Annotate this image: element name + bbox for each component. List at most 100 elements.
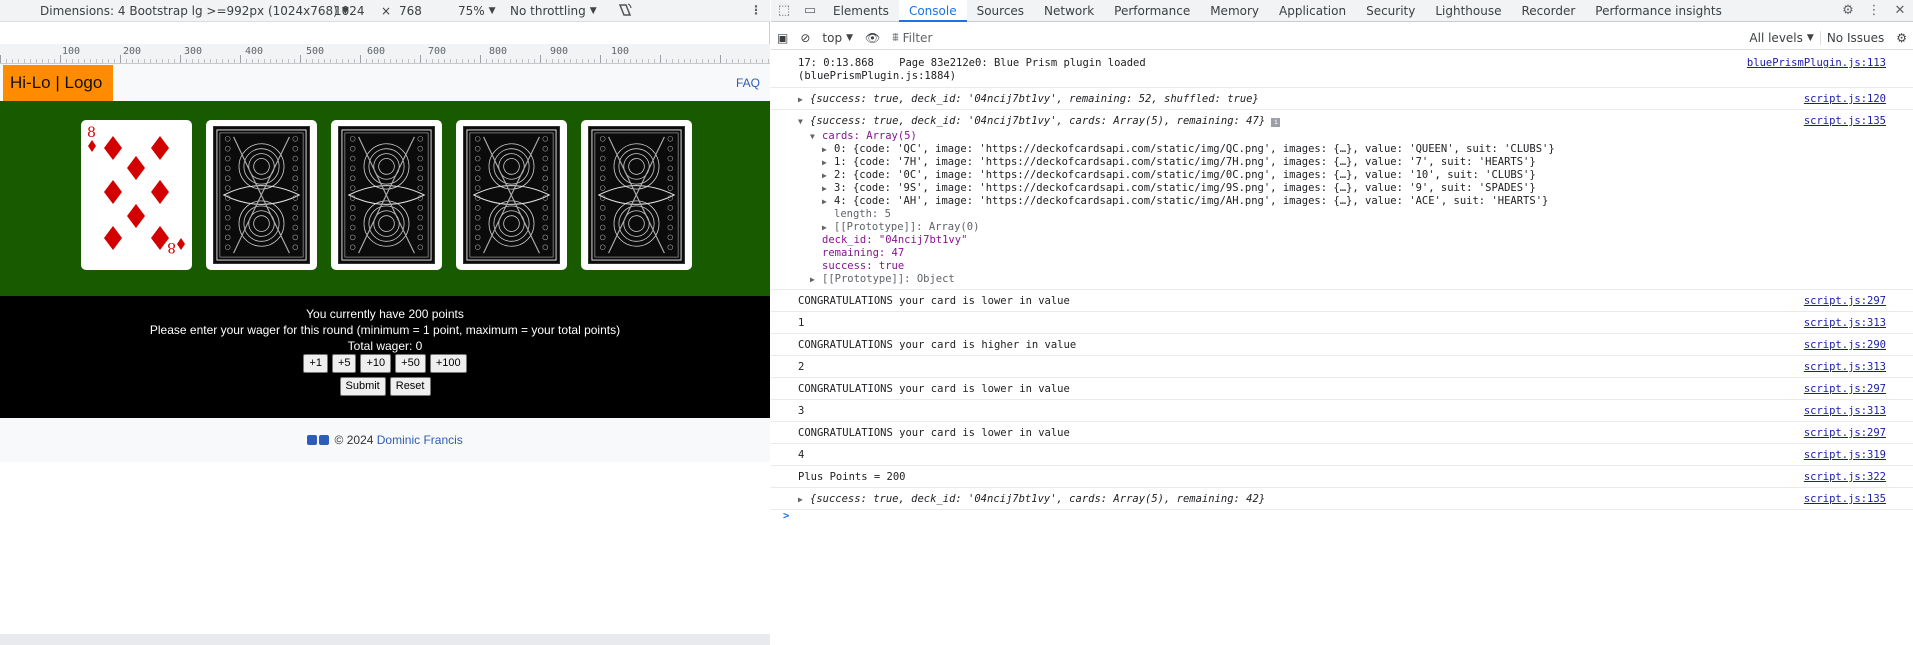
object-prototype[interactable]: ▶ [[Prototype]]: Object — [798, 273, 1913, 286]
device-toggle-icon[interactable]: ▭ — [797, 0, 823, 22]
card-item-0[interactable]: ▶ 0: {code: 'QC', image: 'https://deckofc… — [798, 143, 1913, 156]
more-options-icon[interactable]: ⋮ — [1861, 0, 1887, 22]
card-item-2[interactable]: ▶ 2: {code: '0C', image: 'https://deckofc… — [798, 169, 1913, 182]
site-footer: © 2024 Dominic Francis — [0, 418, 770, 462]
log-source-link[interactable]: script.js:135 — [1804, 115, 1886, 127]
width-input[interactable]: 1024 — [334, 4, 365, 18]
face-down-card[interactable] — [581, 120, 692, 270]
console-prompt-row[interactable]: > — [771, 510, 1913, 534]
inspect-element-icon[interactable]: ⬚ — [771, 0, 797, 22]
clear-console-icon[interactable]: ⊘ — [794, 31, 816, 45]
rotate-icon[interactable] — [617, 2, 633, 18]
collapse-triangle-icon[interactable]: ▼ — [798, 117, 810, 126]
context-label: top — [822, 30, 843, 45]
submit-reset-row: Submit Reset — [0, 377, 770, 396]
filter-placeholder: Filter — [902, 30, 933, 45]
log-source-link[interactable]: script.js:297 — [1804, 427, 1886, 439]
ruler: 100 200 300 400 500 600 700 800 900 100 — [0, 44, 770, 64]
log-source-link[interactable]: script.js:297 — [1804, 295, 1886, 307]
log-source-link[interactable]: script.js:313 — [1804, 405, 1886, 417]
tab-console[interactable]: Console — [898, 0, 967, 22]
console-prompt[interactable]: > — [783, 510, 789, 522]
log-source-link[interactable]: script.js:319 — [1804, 449, 1886, 461]
face-down-card[interactable] — [206, 120, 317, 270]
wager-plus-100-button[interactable]: +100 — [429, 354, 467, 373]
zoom-select[interactable]: 75% ▼ — [458, 4, 496, 18]
card-item-4[interactable]: ▶ 4: {code: 'AH', image: 'https://deckofc… — [798, 195, 1913, 208]
expand-triangle-icon: ▶ — [810, 275, 815, 284]
log-source-link[interactable]: script.js:322 — [1804, 471, 1886, 483]
card-item-1[interactable]: ▶ 1: {code: '7H', image: 'https://deckofc… — [798, 156, 1913, 169]
ruler-tick — [420, 55, 421, 63]
card-back-art — [466, 129, 557, 261]
chevron-down-icon: ▼ — [589, 6, 597, 16]
settings-icon[interactable]: ⚙ — [1835, 0, 1861, 22]
author-link[interactable]: Dominic Francis — [377, 433, 463, 447]
facebook-icon[interactable] — [319, 435, 330, 445]
tab-memory[interactable]: Memory — [1200, 0, 1269, 22]
tab-network[interactable]: Network — [1034, 0, 1104, 22]
expand-triangle-icon[interactable]: ▶ — [798, 95, 810, 104]
log-row: 2 script.js:313 — [771, 356, 1913, 378]
expand-triangle-icon[interactable]: ▶ — [798, 495, 810, 504]
tab-performance-insights[interactable]: Performance insights — [1585, 0, 1732, 22]
close-icon[interactable]: ✕ — [1887, 0, 1913, 22]
log-object[interactable]: ▼ {success: true, deck_id: '04ncij7bt1vy'… — [798, 110, 1913, 127]
faq-link[interactable]: FAQ — [736, 76, 760, 90]
reset-button[interactable]: Reset — [389, 377, 431, 396]
wager-plus-5-button[interactable]: +5 — [331, 354, 357, 373]
log-object-summary: {success: true, deck_id: '04ncij7bt1vy',… — [810, 115, 1266, 127]
log-object-summary: {success: true, deck_id: '04ncij7bt1vy',… — [810, 93, 1259, 105]
instagram-icon[interactable] — [307, 435, 318, 445]
info-icon[interactable]: i — [1271, 118, 1281, 127]
log-object[interactable]: ▶ {success: true, deck_id: '04ncij7bt1vy'… — [798, 488, 1913, 505]
console-settings-icon[interactable]: ⚙ — [1890, 31, 1913, 45]
array-prototype[interactable]: ▶ [[Prototype]]: Array(0) — [798, 221, 1913, 234]
submit-button[interactable]: Submit — [339, 377, 386, 396]
wager-plus-10-button[interactable]: +10 — [360, 354, 392, 373]
tab-security[interactable]: Security — [1356, 0, 1425, 22]
tab-performance[interactable]: Performance — [1104, 0, 1200, 22]
wager-plus-50-button[interactable]: +50 — [395, 354, 426, 373]
card-rank: 8 — [87, 125, 96, 141]
height-input[interactable]: 768 — [399, 4, 422, 18]
ruler-tick — [480, 55, 481, 63]
cards-prop[interactable]: ▼ cards: Array(5) — [798, 127, 1913, 143]
live-expression-icon[interactable]: 👁 — [859, 31, 886, 45]
tab-application[interactable]: Application — [1269, 0, 1356, 22]
log-levels-select[interactable]: All levels ▼ — [1743, 31, 1819, 45]
sidebar-toggle-icon[interactable]: ▣ — [771, 31, 794, 45]
log-source-link[interactable]: bluePrismPlugin.js:113 — [1747, 57, 1886, 69]
log-object-summary: {success: true, deck_id: '04ncij7bt1vy',… — [810, 493, 1266, 505]
tab-lighthouse[interactable]: Lighthouse — [1425, 0, 1511, 22]
ruler-tick — [600, 55, 601, 63]
viewport-resize-bar[interactable] — [0, 634, 770, 645]
log-object[interactable]: ▶ {success: true, deck_id: '04ncij7bt1vy'… — [798, 88, 1913, 105]
face-down-card[interactable] — [331, 120, 442, 270]
throttling-select[interactable]: No throttling ▼ — [510, 4, 597, 18]
ruler-label: 400 — [245, 46, 264, 57]
log-source-link[interactable]: script.js:290 — [1804, 339, 1886, 351]
log-message: 1 — [798, 317, 805, 329]
tab-elements[interactable]: Elements — [823, 0, 899, 22]
card-item-3[interactable]: ▶ 3: {code: '9S', image: 'https://deckofc… — [798, 182, 1913, 195]
dimensions-select[interactable]: Dimensions: 4 Bootstrap lg >=992px (1024… — [40, 4, 349, 18]
tab-sources[interactable]: Sources — [967, 0, 1034, 22]
context-select[interactable]: top ▼ — [816, 31, 859, 45]
filter-field[interactable]: ⩩ Filter — [886, 30, 1536, 45]
log-source-link[interactable]: script.js:120 — [1804, 93, 1886, 105]
log-message: (bluePrismPlugin.js:1884) — [798, 70, 957, 82]
card-item-text: 3: {code: '9S', image: 'https://deckofca… — [834, 182, 1536, 194]
log-source-link[interactable]: script.js:135 — [1804, 493, 1886, 505]
zoom-label: 75% — [458, 4, 485, 18]
site-logo[interactable]: Hi-Lo | Logo — [3, 65, 113, 101]
log-source-link[interactable]: script.js:313 — [1804, 361, 1886, 373]
face-down-card[interactable] — [456, 120, 567, 270]
issues-counter[interactable]: No Issues — [1819, 30, 1890, 45]
wager-plus-1-button[interactable]: +1 — [303, 354, 328, 373]
log-source-link[interactable]: script.js:313 — [1804, 317, 1886, 329]
log-source-link[interactable]: script.js:297 — [1804, 383, 1886, 395]
expand-triangle-icon: ▶ — [822, 171, 827, 180]
more-options-icon[interactable]: ⋮ — [750, 3, 762, 17]
tab-recorder[interactable]: Recorder — [1512, 0, 1586, 22]
